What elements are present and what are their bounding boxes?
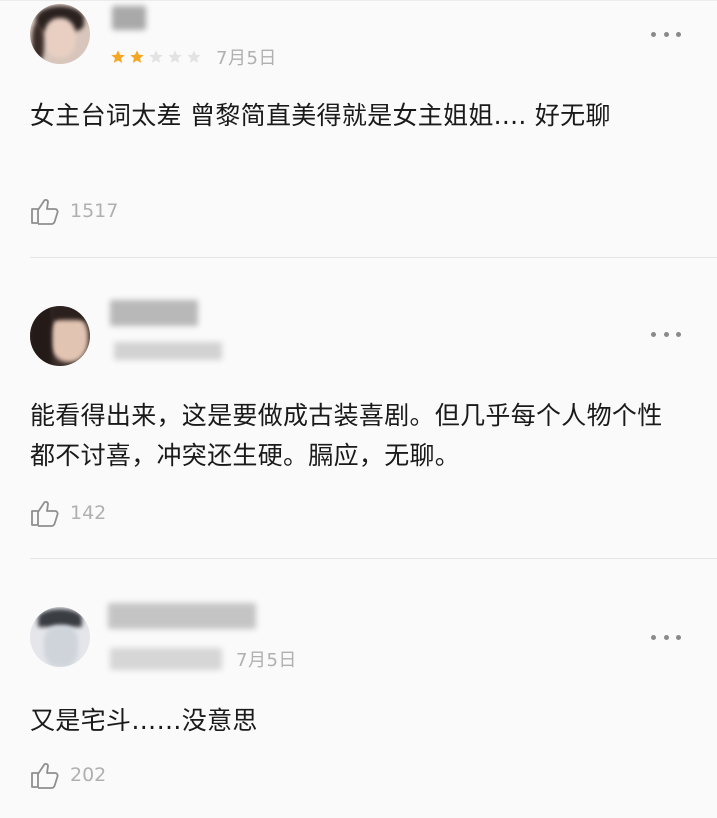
comment-text: 女主台词太差 曾黎简直美得就是女主姐姐.... 好无聊 [30, 101, 611, 130]
like-count: 142 [70, 502, 107, 524]
comment-text: 又是宅斗……没意思 [30, 706, 258, 735]
comment-item-2: 能看得出来，这是要做成古装喜剧。但几乎每个人物个性都不讨喜，冲突还生硬。膈应，无… [0, 258, 717, 558]
like-button[interactable]: 202 [30, 760, 106, 790]
comment-meta: 7月5日 [110, 47, 277, 69]
like-button[interactable]: 1517 [30, 196, 118, 226]
comment-item-3: 7月5日 又是宅斗……没意思 202 [0, 559, 717, 818]
avatar[interactable] [30, 306, 90, 366]
avatar[interactable] [30, 607, 90, 667]
star-icon [187, 50, 201, 63]
comment-meta: 7月5日 [110, 648, 297, 671]
more-dots-icon[interactable] [651, 627, 681, 647]
star-icon [149, 50, 163, 63]
like-button[interactable]: 142 [30, 498, 106, 528]
comment-text: 能看得出来，这是要做成古装喜剧。但几乎每个人物个性都不讨喜，冲突还生硬。膈应，无… [30, 401, 663, 470]
thumbs-up-icon [31, 763, 59, 789]
star-icon [168, 50, 182, 63]
comment-date: 7月5日 [236, 650, 297, 671]
rating-redacted [110, 648, 222, 670]
star-icon [130, 50, 144, 63]
more-dots-icon[interactable] [651, 24, 681, 44]
star-icon [111, 50, 125, 63]
thumbs-up-icon [31, 199, 59, 225]
like-count: 202 [70, 764, 107, 786]
more-dots-icon[interactable] [651, 324, 681, 344]
rating-stars [110, 49, 202, 65]
comment-item-1: 7月5日 女主台词太差 曾黎简直美得就是女主姐姐.... 好无聊 1517 [0, 0, 717, 257]
thumbs-up-icon [31, 501, 59, 527]
date-redacted [114, 342, 222, 360]
username-redacted [110, 300, 198, 326]
comment-date: 7月5日 [216, 48, 277, 69]
avatar[interactable] [30, 4, 90, 64]
username-redacted [108, 603, 256, 629]
like-count: 1517 [70, 200, 119, 222]
username-redacted [112, 6, 146, 30]
